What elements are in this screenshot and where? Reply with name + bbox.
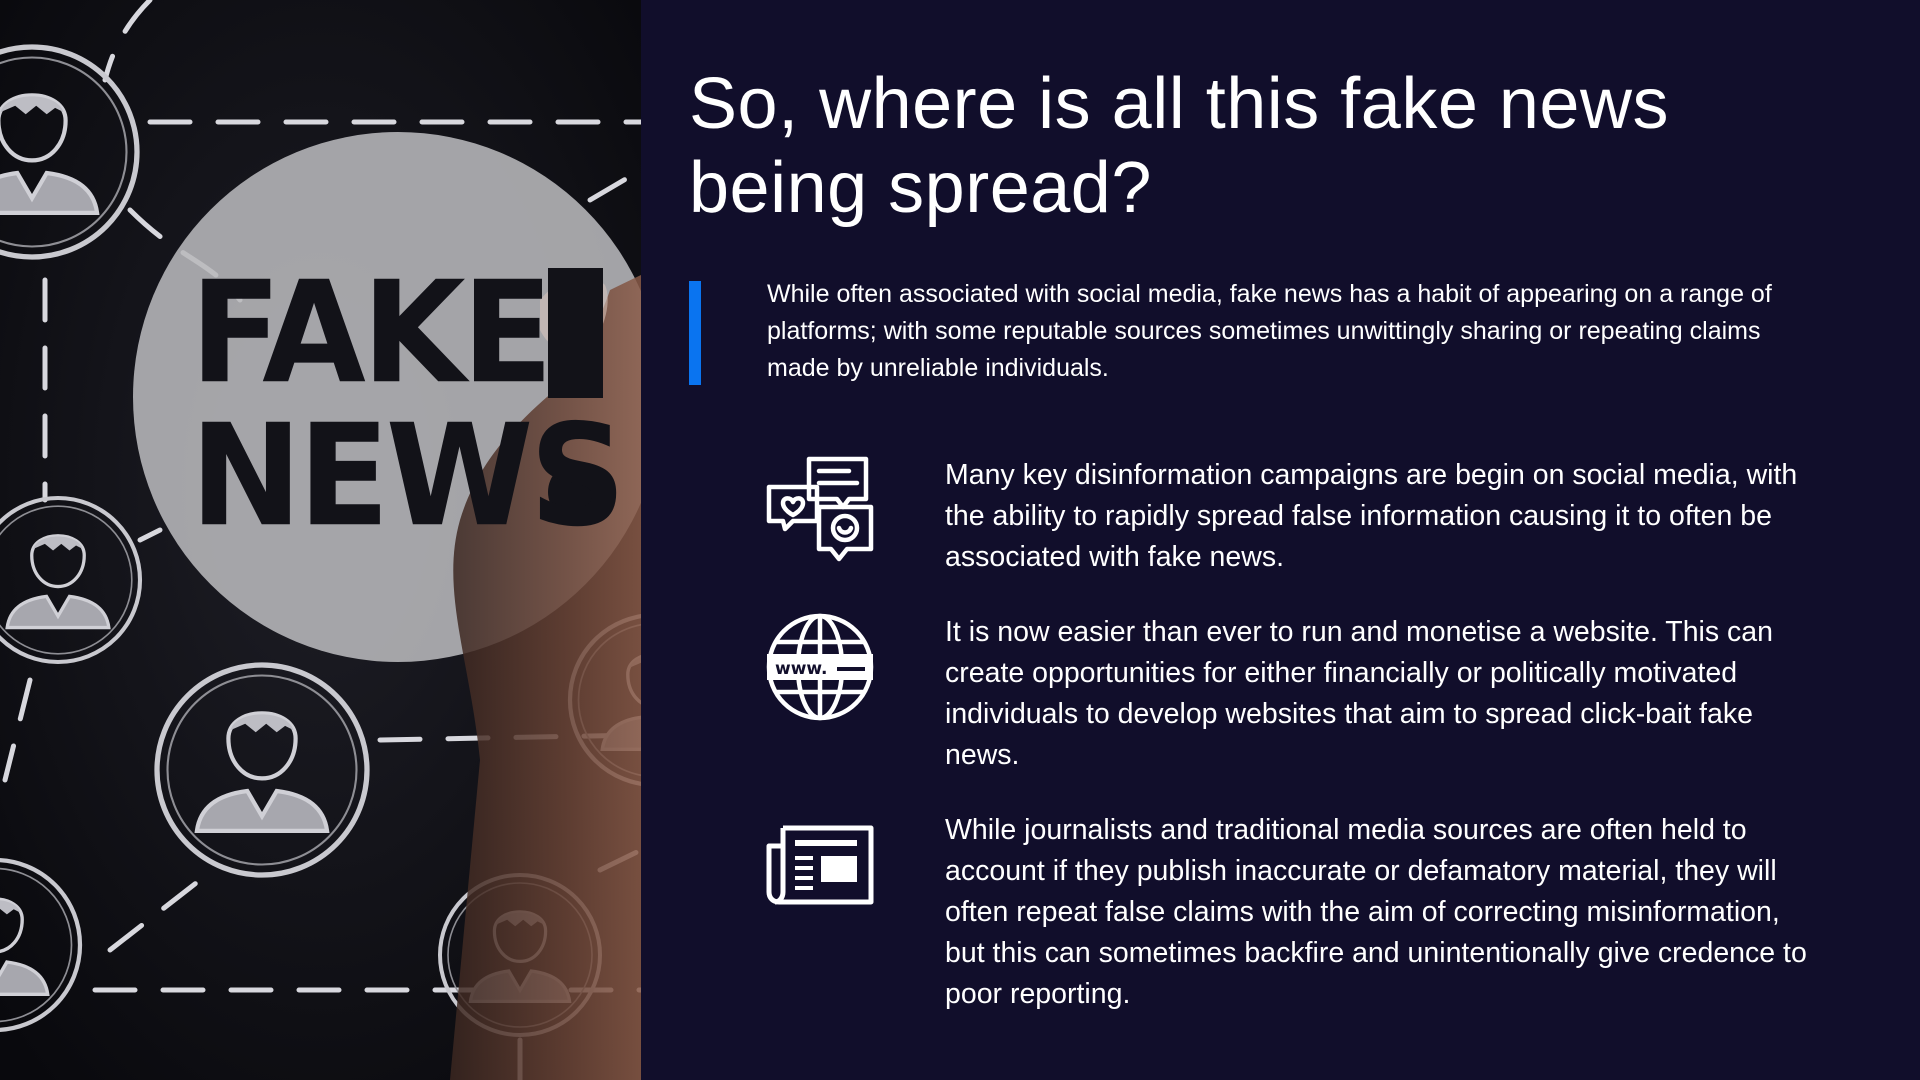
globe-www-icon: www. (766, 613, 874, 721)
fake-news-photo: FAKE NEWS (0, 0, 641, 1080)
intro-text: While often associated with social media… (767, 280, 1772, 382)
slide-content: So, where is all this fake news being sp… (641, 0, 1920, 1080)
feature-traditional-media-text: While journalists and traditional media … (945, 814, 1807, 1010)
social-media-chat-icon (766, 456, 874, 562)
feature-social-media-text: Many key disinformation campaigns are be… (945, 459, 1798, 573)
news-word: NEWS (190, 394, 626, 558)
globe-www-label: www. (775, 659, 828, 679)
intro-accent-bar (689, 281, 701, 385)
feature-websites-text: It is now easier than ever to run and mo… (945, 616, 1774, 771)
slide-title: So, where is all this fake news being sp… (689, 64, 1669, 228)
newspaper-icon (766, 825, 874, 905)
fake-word: FAKE (190, 251, 553, 415)
